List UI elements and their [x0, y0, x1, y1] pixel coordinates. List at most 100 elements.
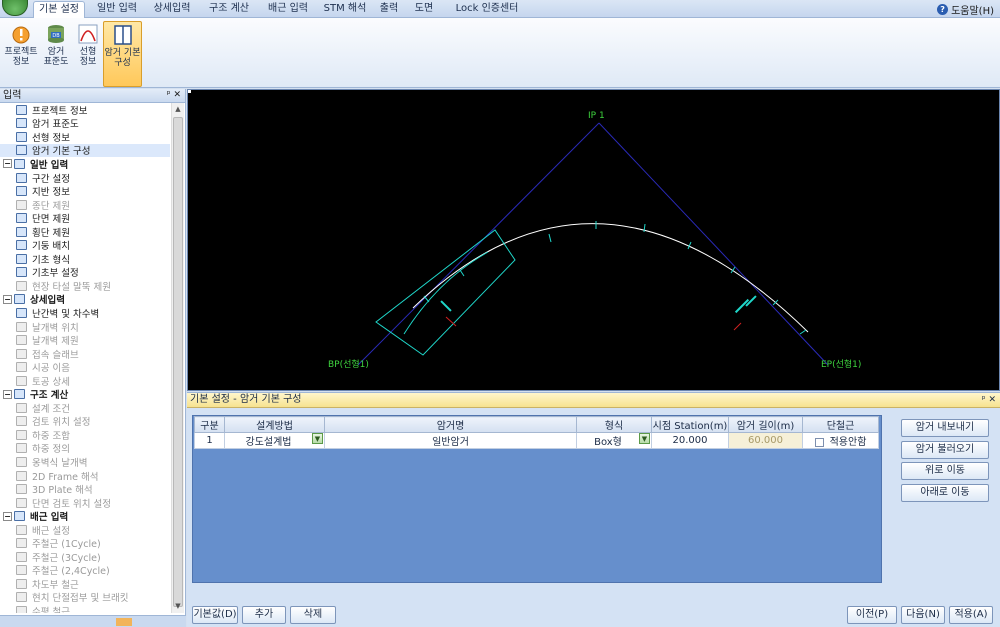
- tree-item[interactable]: 프로젝트 정보: [0, 103, 170, 117]
- tree-item[interactable]: 구간 설정: [0, 171, 170, 185]
- tree-item[interactable]: 날개벽 위치: [0, 320, 170, 334]
- tree-item-icon: [16, 402, 27, 413]
- tab-general-input[interactable]: 일반 입력: [93, 1, 141, 18]
- svg-text:DB: DB: [52, 33, 60, 39]
- tree-item[interactable]: 단면 검토 위치 설정: [0, 496, 170, 510]
- tree-item[interactable]: 암거 표준도: [0, 117, 170, 130]
- collapse-icon[interactable]: −: [3, 389, 12, 399]
- scroll-down-arrow-icon[interactable]: ▼: [173, 601, 183, 612]
- cell-type[interactable]: Box형 ▼: [576, 432, 652, 449]
- import-culvert-button[interactable]: 암거 불러오기: [901, 441, 989, 459]
- tree-item[interactable]: 횡단 제원: [0, 225, 170, 239]
- apply-button[interactable]: 적용(A): [949, 606, 993, 624]
- move-down-button[interactable]: 아래로 이동: [901, 484, 989, 502]
- next-button[interactable]: 다음(N): [901, 606, 945, 624]
- tree-item[interactable]: 하중 정의: [0, 442, 170, 455]
- tree-item-label: 차도부 철근: [32, 579, 79, 591]
- tree-group[interactable]: − 배근 입력: [0, 509, 170, 523]
- tree-item[interactable]: 현치 단절접부 및 브래킷: [0, 591, 170, 604]
- tree-group[interactable]: − 구조 계산: [0, 387, 170, 401]
- scroll-up-arrow-icon[interactable]: ▲: [173, 104, 183, 115]
- tree-item[interactable]: 토공 상세: [0, 374, 170, 388]
- delete-button[interactable]: 삭제: [290, 606, 336, 624]
- tree-item[interactable]: 차도부 철근: [0, 577, 170, 591]
- tree-item-icon: [16, 172, 27, 183]
- tree-item[interactable]: 하중 조합: [0, 428, 170, 442]
- col-header-no: 구분: [194, 416, 225, 433]
- tree-item[interactable]: 배근 설정: [0, 523, 170, 537]
- tree-item-icon: [16, 118, 27, 129]
- prev-button[interactable]: 이전(P): [847, 606, 897, 624]
- panel-tab[interactable]: [116, 618, 132, 626]
- tree-item[interactable]: 주철근 (2,4Cycle): [0, 564, 170, 577]
- panel-pin-close-icon[interactable]: ᵖ ✕: [982, 393, 996, 407]
- cell-length: 60.000: [728, 432, 803, 449]
- tree-item[interactable]: 기초 형식: [0, 252, 170, 266]
- tree-item[interactable]: 기둥 배치: [0, 238, 170, 252]
- panel-pin-close-icon[interactable]: ᵖ ✕: [167, 89, 181, 102]
- tree-item[interactable]: 난간벽 및 차수벽: [0, 306, 170, 320]
- app-menu-button[interactable]: [2, 0, 28, 16]
- tree-item-label: 종단 제원: [32, 200, 70, 212]
- tab-structural-calc[interactable]: 구조 계산: [203, 1, 255, 18]
- tree-item[interactable]: 2D Frame 해석: [0, 469, 170, 483]
- tree-item-icon: [16, 497, 27, 508]
- tree-group[interactable]: − 일반 입력: [0, 157, 170, 171]
- tab-rebar-input[interactable]: 배근 입력: [262, 1, 314, 18]
- cell-rebar[interactable]: 적용안함: [802, 432, 879, 449]
- culvert-grid: 구분 설계방법 암거명 형식 시점 Station(m) 암거 길이(m) 단철…: [192, 415, 882, 583]
- table-row[interactable]: 1 강도설계법 ▼ 일반암거 Box형 ▼ 20.000 60.000 적용안함: [194, 432, 879, 449]
- move-up-button[interactable]: 위로 이동: [901, 462, 989, 480]
- tree-item[interactable]: 옹벽식 날개벽: [0, 455, 170, 469]
- default-button[interactable]: 기본값(D): [192, 606, 238, 624]
- tree-item[interactable]: 주철근 (1Cycle): [0, 537, 170, 550]
- tab-basic-settings[interactable]: 기본 설정: [33, 1, 85, 18]
- database-icon: DB: [46, 23, 66, 45]
- tree-item-icon: [16, 443, 27, 454]
- tab-stm-analysis[interactable]: STM 해석: [321, 1, 369, 18]
- tree-item[interactable]: 날개벽 제원: [0, 333, 170, 347]
- alignment-info-button[interactable]: 선형 정보: [73, 21, 103, 87]
- tree-item[interactable]: 설계 조건: [0, 401, 170, 415]
- tree-item[interactable]: 암거 기본 구성: [0, 143, 170, 157]
- tree-item-label: 선형 정보: [32, 132, 70, 144]
- scroll-thumb[interactable]: [173, 117, 183, 607]
- collapse-icon[interactable]: −: [3, 511, 12, 521]
- tree-item[interactable]: 시공 이음: [0, 360, 170, 374]
- tree-item[interactable]: 접속 슬래브: [0, 347, 170, 361]
- tree-item-icon: [16, 104, 27, 115]
- add-button[interactable]: 추가: [242, 606, 286, 624]
- tree-item[interactable]: 3D Plate 해석: [0, 482, 170, 496]
- cell-station[interactable]: 20.000: [651, 432, 729, 449]
- tab-detail-input[interactable]: 상세입력: [148, 1, 196, 18]
- drawing-viewport[interactable]: IP 1 BP(선형1) EP(선형1): [187, 89, 1000, 391]
- culvert-standard-button[interactable]: DB 암거 표준도: [40, 21, 72, 87]
- tab-drawing[interactable]: 도면: [411, 1, 437, 18]
- dropdown-arrow-icon[interactable]: ▼: [639, 433, 650, 444]
- tab-lock-auth[interactable]: Lock 인증센터: [451, 1, 523, 18]
- tree-item-label: 배근 설정: [32, 525, 70, 537]
- rebar-checkbox[interactable]: [814, 437, 824, 447]
- tree-scrollbar[interactable]: ▲ ▼: [171, 103, 184, 613]
- tree-item[interactable]: 선형 정보: [0, 130, 170, 144]
- project-info-button[interactable]: 프로젝트 정보: [3, 21, 39, 87]
- tab-output[interactable]: 출력: [376, 1, 402, 18]
- collapse-icon[interactable]: −: [3, 294, 12, 304]
- tree-item[interactable]: 기초부 설정: [0, 266, 170, 279]
- collapse-icon[interactable]: −: [3, 159, 12, 169]
- tree-item[interactable]: 현장 타설 말뚝 제원: [0, 279, 170, 293]
- tree-item[interactable]: 수평 철근: [0, 604, 170, 613]
- tree-item[interactable]: 검토 위치 설정: [0, 415, 170, 428]
- tree-item[interactable]: 단면 제원: [0, 211, 170, 225]
- cell-method[interactable]: 강도설계법 ▼: [224, 432, 325, 449]
- cell-name[interactable]: 일반암거: [324, 432, 577, 449]
- tree-item[interactable]: 지반 정보: [0, 184, 170, 198]
- help-menu[interactable]: ? 도움말(H): [937, 2, 994, 17]
- export-culvert-button[interactable]: 암거 내보내기: [901, 419, 989, 437]
- tree-group[interactable]: − 상세입력: [0, 293, 170, 306]
- tree-item-icon: [16, 307, 27, 318]
- culvert-basic-config-button[interactable]: 암거 기본 구성: [103, 21, 142, 87]
- tree-item[interactable]: 종단 제원: [0, 198, 170, 212]
- tree-item[interactable]: 주철근 (3Cycle): [0, 550, 170, 564]
- dropdown-arrow-icon[interactable]: ▼: [312, 433, 323, 444]
